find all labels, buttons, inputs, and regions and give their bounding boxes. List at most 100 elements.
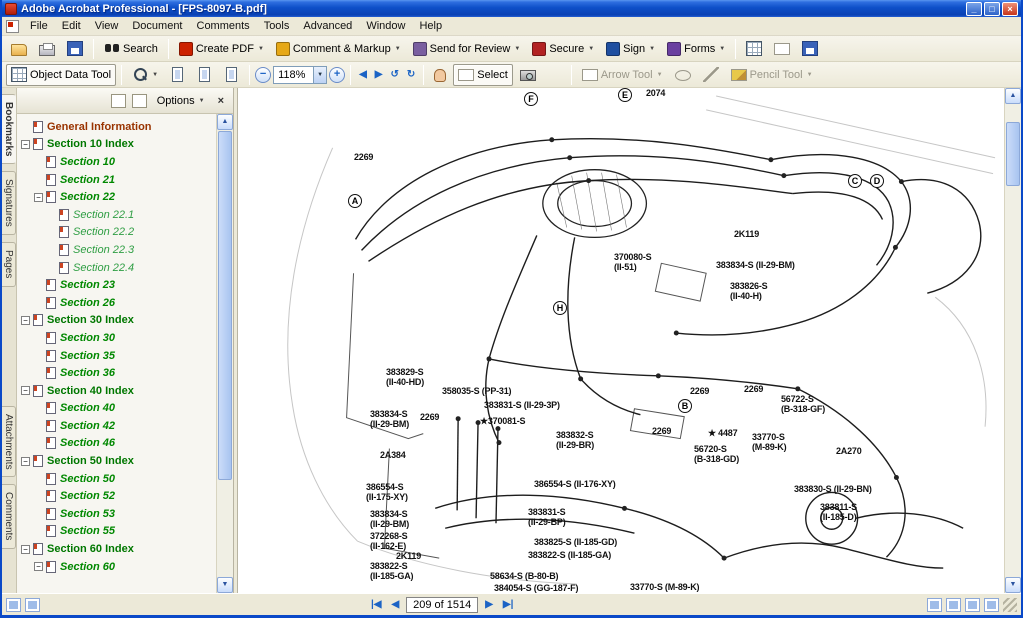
bookmark-item[interactable]: −Section 22 xyxy=(17,188,216,206)
bookmark-item[interactable]: Section 35 xyxy=(17,347,216,365)
bookmark-item[interactable]: Section 26 xyxy=(17,294,216,312)
nav-tab-comments[interactable]: Comments xyxy=(2,484,16,548)
bookmark-item[interactable]: Section 53 xyxy=(17,505,216,523)
zoom-level-select[interactable]: 118% ▼ xyxy=(273,66,327,84)
next-page-button[interactable]: ▶ xyxy=(372,69,386,80)
expander-minus-icon[interactable]: − xyxy=(34,193,43,202)
toolbar-sign-button[interactable]: Sign▼ xyxy=(601,38,660,60)
bookmark-item[interactable]: Section 40 xyxy=(17,400,216,418)
previous-view-button[interactable]: ↺ xyxy=(387,69,401,80)
menu-window[interactable]: Window xyxy=(359,18,412,34)
previous-page-button[interactable]: ◀ xyxy=(356,69,370,80)
bookmarks-scrollbar[interactable]: ▲ ▼ xyxy=(216,114,233,593)
continuous-view-icon[interactable] xyxy=(946,598,961,612)
expand-bookmark-icon[interactable] xyxy=(111,94,126,108)
minimize-button[interactable]: _ xyxy=(966,2,982,16)
bookmark-item[interactable]: Section 22.1 xyxy=(17,206,216,224)
expander-minus-icon[interactable]: − xyxy=(21,316,30,325)
menu-help[interactable]: Help xyxy=(412,18,449,34)
bookmark-item[interactable]: Section 36 xyxy=(17,364,216,382)
print-button[interactable] xyxy=(34,38,60,60)
fit-width-button[interactable] xyxy=(219,64,244,86)
resize-grip[interactable] xyxy=(1003,598,1017,612)
bookmark-item[interactable]: General Information xyxy=(17,118,216,136)
bookmark-item[interactable]: Section 22.4 xyxy=(17,259,216,277)
bookmark-item[interactable]: Section 46 xyxy=(17,435,216,453)
bookmarks-scroll-track[interactable] xyxy=(217,130,233,577)
nav-tab-bookmarks[interactable]: Bookmarks xyxy=(2,94,16,164)
menu-view[interactable]: View xyxy=(88,18,126,34)
bookmark-item[interactable]: Section 10 xyxy=(17,153,216,171)
previous-page-button[interactable]: ◀ xyxy=(389,599,403,610)
document-page[interactable]: 207422692K119370080-S (II-51)383834-S (I… xyxy=(238,88,1004,593)
show-nav-pane-icon[interactable] xyxy=(6,598,21,612)
zoom-tool-button[interactable]: ▼ xyxy=(127,64,163,86)
toolbar-create-pdf-button[interactable]: Create PDF▼ xyxy=(174,38,269,60)
scroll-up-icon[interactable]: ▲ xyxy=(217,114,233,130)
bookmark-item[interactable]: Section 50 xyxy=(17,470,216,488)
bookmark-item[interactable]: Section 21 xyxy=(17,171,216,189)
bookmark-item[interactable]: Section 22.3 xyxy=(17,241,216,259)
line-tool-button[interactable] xyxy=(698,64,724,86)
bookmark-item[interactable]: −Section 50 Index xyxy=(17,452,216,470)
actual-size-button[interactable] xyxy=(165,64,190,86)
nav-tab-pages[interactable]: Pages xyxy=(2,242,16,286)
fit-page-button[interactable] xyxy=(192,64,217,86)
toolbar-comment-markup-button[interactable]: Comment & Markup▼ xyxy=(271,38,406,60)
snapshot-tool-button[interactable] xyxy=(515,64,541,86)
bookmark-item[interactable]: −Section 30 Index xyxy=(17,312,216,330)
menu-edit[interactable]: Edit xyxy=(55,18,88,34)
bookmark-item[interactable]: Section 55 xyxy=(17,523,216,541)
pencil-tool-button[interactable]: Pencil Tool ▼ xyxy=(726,64,818,86)
restore-button[interactable]: □ xyxy=(984,2,1000,16)
pdf-document-icon[interactable] xyxy=(6,20,19,33)
facing-view-icon[interactable] xyxy=(965,598,980,612)
toolbar-secure-button[interactable]: Secure▼ xyxy=(527,38,599,60)
arrow-tool-button[interactable]: Arrow Tool ▼ xyxy=(577,64,668,86)
menu-document[interactable]: Document xyxy=(125,18,189,34)
menu-advanced[interactable]: Advanced xyxy=(296,18,359,34)
close-button[interactable]: × xyxy=(1002,2,1018,16)
search-button[interactable]: Search xyxy=(99,38,163,60)
scroll-down-icon[interactable]: ▼ xyxy=(217,577,233,593)
expander-minus-icon[interactable]: − xyxy=(34,562,43,571)
zoom-in-button[interactable]: + xyxy=(329,67,345,83)
clipboard-button[interactable] xyxy=(769,38,795,60)
bookmark-item[interactable]: Section 52 xyxy=(17,487,216,505)
toolbar-forms-button[interactable]: Forms▼ xyxy=(662,38,730,60)
expander-minus-icon[interactable]: − xyxy=(21,140,30,149)
options-menu-button[interactable]: Options ▼ xyxy=(153,93,209,109)
nav-tab-signatures[interactable]: Signatures xyxy=(2,171,16,235)
last-page-button[interactable]: ▶| xyxy=(500,599,517,610)
bookmark-item[interactable]: −Section 10 Index xyxy=(17,136,216,154)
document-scrollbar[interactable]: ▲ ▼ xyxy=(1004,88,1021,593)
open-button[interactable] xyxy=(6,38,32,60)
next-view-button[interactable]: ↻ xyxy=(404,69,418,80)
save-button[interactable] xyxy=(62,38,88,60)
expander-minus-icon[interactable]: − xyxy=(21,457,30,466)
expander-minus-icon[interactable]: − xyxy=(21,386,30,395)
single-page-view-icon[interactable] xyxy=(927,598,942,612)
bookmark-item[interactable]: −Section 60 xyxy=(17,558,216,576)
bookmark-item[interactable]: Section 22.2 xyxy=(17,224,216,242)
menu-comments[interactable]: Comments xyxy=(190,18,257,34)
bookmarks-scroll-thumb[interactable] xyxy=(218,131,232,480)
title-bar[interactable]: Adobe Acrobat Professional - [FPS-8097-B… xyxy=(2,0,1021,17)
first-page-button[interactable]: |◀ xyxy=(368,599,385,610)
toolbar-send-for-review-button[interactable]: Send for Review▼ xyxy=(408,38,526,60)
object-data-tool-button[interactable]: Object Data Tool xyxy=(6,64,116,86)
menu-tools[interactable]: Tools xyxy=(257,18,297,34)
collapse-bookmark-icon[interactable] xyxy=(132,94,147,108)
document-scroll-track[interactable] xyxy=(1005,104,1021,577)
menu-file[interactable]: File xyxy=(23,18,55,34)
zoom-out-button[interactable]: − xyxy=(255,67,271,83)
bookmark-item[interactable]: −Section 60 Index xyxy=(17,540,216,558)
nav-tab-attachments[interactable]: Attachments xyxy=(2,406,16,478)
next-page-button[interactable]: ▶ xyxy=(482,599,496,610)
oval-tool-button[interactable] xyxy=(670,64,696,86)
bookmark-item[interactable]: Section 23 xyxy=(17,276,216,294)
expander-minus-icon[interactable]: − xyxy=(21,545,30,554)
scroll-down-icon[interactable]: ▼ xyxy=(1005,577,1021,593)
bookmark-item[interactable]: Section 30 xyxy=(17,329,216,347)
help-window-button[interactable] xyxy=(797,38,823,60)
